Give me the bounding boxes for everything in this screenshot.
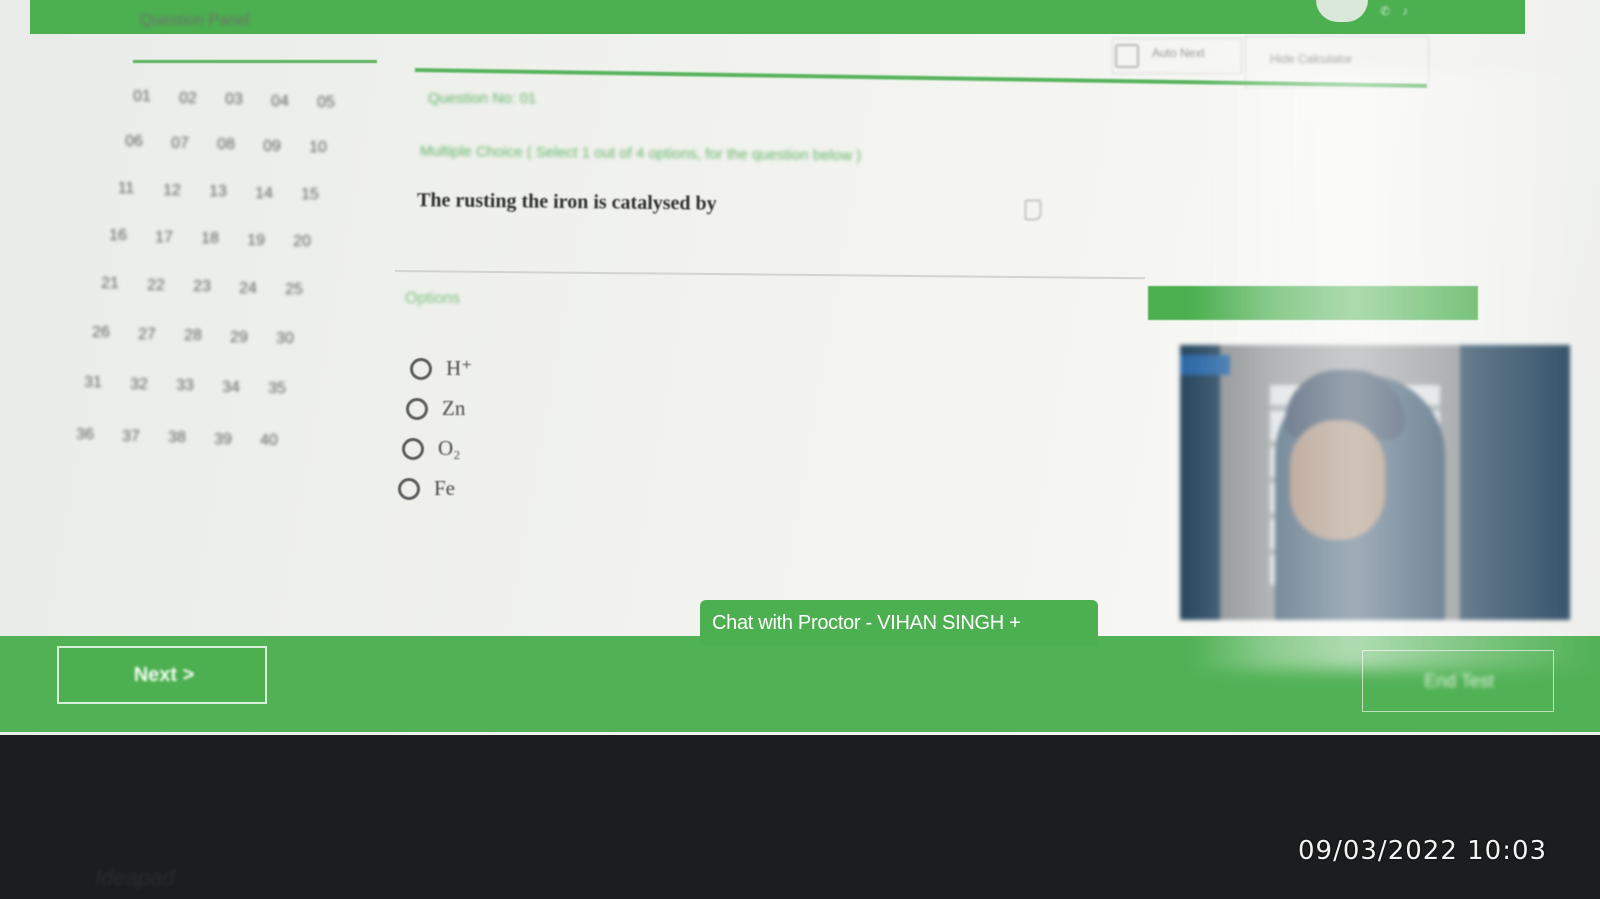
option-label: H⁺ — [446, 356, 473, 380]
question-number-button[interactable]: 21 — [93, 275, 127, 293]
question-number-button[interactable]: 26 — [84, 324, 118, 342]
question-number-button[interactable]: 30 — [268, 330, 302, 348]
end-test-label: End Test — [1424, 671, 1494, 691]
radio-button[interactable] — [406, 398, 428, 420]
question-number-button[interactable]: 19 — [239, 232, 273, 250]
question-number-button[interactable]: 32 — [122, 376, 156, 394]
screen-glare — [1190, 70, 1600, 670]
question-number-button[interactable]: 08 — [209, 136, 243, 154]
question-number-button[interactable]: 37 — [114, 428, 148, 446]
question-number-button[interactable]: 16 — [101, 227, 135, 245]
question-number-button[interactable]: 15 — [293, 186, 327, 204]
question-number-button[interactable]: 18 — [193, 230, 227, 248]
mic-icon[interactable]: ♪ — [1402, 4, 1408, 18]
question-number-button[interactable]: 31 — [76, 374, 110, 392]
question-number-button[interactable]: 17 — [147, 229, 181, 247]
question-number: Question No: 01 — [428, 90, 537, 107]
mouse-cursor-icon — [1025, 200, 1041, 220]
options-label: Options — [405, 290, 461, 307]
question-number-button[interactable]: 33 — [168, 377, 202, 395]
auto-next-label: Auto Next — [1152, 46, 1205, 60]
question-number-button[interactable]: 04 — [263, 93, 297, 111]
question-panel-title: Question Panel — [140, 12, 250, 29]
chat-with-proctor-tab[interactable]: Chat with Proctor - VIHAN SINGH + — [700, 600, 1098, 646]
question-number-button[interactable]: 09 — [255, 138, 289, 156]
question-number-button[interactable]: 03 — [217, 91, 251, 109]
question-number-button[interactable]: 22 — [139, 277, 173, 295]
question-number-button[interactable]: 14 — [247, 185, 281, 203]
options-divider — [394, 270, 1145, 280]
question-number-button[interactable]: 06 — [117, 133, 151, 151]
question-number-button[interactable]: 38 — [160, 429, 194, 447]
question-number-button[interactable]: 02 — [171, 90, 205, 108]
question-number-button[interactable]: 07 — [163, 135, 197, 153]
question-number-button[interactable]: 27 — [130, 326, 164, 344]
question-number-button[interactable]: 05 — [309, 94, 343, 112]
next-button-label: Next > — [133, 664, 195, 686]
hide-calculator-label: Hide Calculator — [1270, 52, 1353, 66]
question-text: The rusting the iron is catalysed by — [416, 189, 717, 215]
question-number-button[interactable]: 25 — [277, 281, 311, 299]
question-number-button[interactable]: 13 — [201, 183, 235, 201]
question-number-button[interactable]: 01 — [125, 88, 159, 106]
question-number-button[interactable]: 35 — [260, 380, 294, 398]
radio-button[interactable] — [398, 478, 420, 500]
question-number-button[interactable]: 29 — [222, 329, 256, 347]
auto-next-checkbox[interactable] — [1115, 44, 1139, 68]
option-label: Fe — [434, 476, 455, 500]
question-number-button[interactable]: 20 — [285, 233, 319, 251]
radio-button[interactable] — [410, 358, 432, 380]
question-number-button[interactable]: 12 — [155, 182, 189, 200]
question-number-button[interactable]: 23 — [185, 278, 219, 296]
top-header-bar — [30, 0, 1525, 34]
question-number-button[interactable]: 34 — [214, 379, 248, 397]
question-instruction: Multiple Choice ( Select 1 out of 4 opti… — [419, 142, 862, 165]
question-number-button[interactable]: 39 — [206, 431, 240, 449]
radio-button[interactable] — [402, 438, 424, 460]
chat-with-proctor-label: Chat with Proctor - VIHAN SINGH + — [712, 612, 1021, 634]
next-button[interactable]: Next > — [57, 646, 267, 704]
exam-screen: ✆ ♪ Question Panel 01 02 03 04 05 06 07 08 09 10 1… — [0, 0, 1600, 735]
question-number-button[interactable]: 10 — [301, 139, 335, 157]
question-number-button[interactable]: 28 — [176, 327, 210, 345]
option-label: Zn — [442, 396, 466, 420]
phone-icon[interactable]: ✆ — [1380, 4, 1390, 18]
question-number-button[interactable]: 36 — [68, 426, 102, 444]
question-number-button[interactable]: 40 — [252, 432, 286, 450]
photo-timestamp: 09/03/2022 10:03 — [1298, 836, 1548, 866]
panel-divider — [133, 60, 377, 63]
option-label: O₂ — [438, 436, 461, 460]
laptop-brand-logo: Ideapad — [95, 865, 175, 890]
question-number-button[interactable]: 11 — [109, 180, 143, 198]
question-number-button[interactable]: 24 — [231, 280, 265, 298]
